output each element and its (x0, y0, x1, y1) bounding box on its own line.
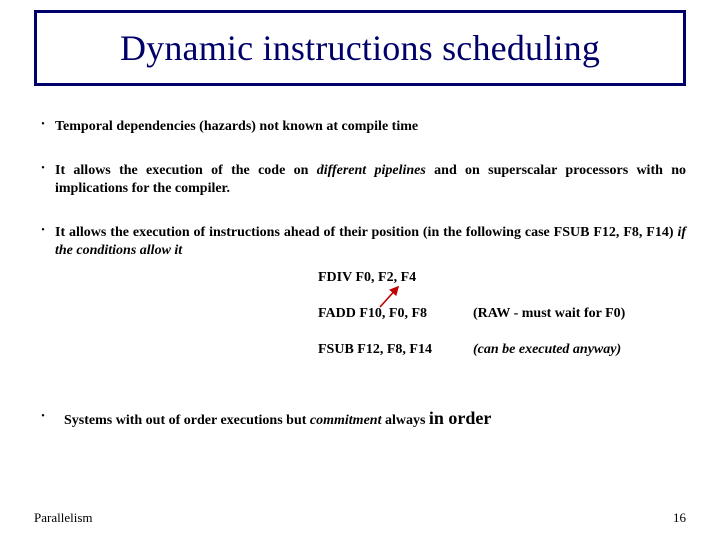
code-block: FDIV F0, F2, F4 FADD F10, F0, F8 (RAW - … (318, 270, 698, 362)
bullet-4: • Systems with out of order executions b… (38, 408, 686, 429)
code-row-2: FADD F10, F0, F8 (RAW - must wait for F0… (318, 306, 698, 326)
bullet-dot: • (38, 120, 48, 130)
bullet-4-text: Systems with out of order executions but… (64, 408, 686, 429)
bullet-1: • Temporal dependencies (hazards) not kn… (38, 118, 686, 136)
slide-title: Dynamic instructions scheduling (120, 27, 600, 69)
footer-left: Parallelism (34, 510, 93, 526)
code-instr-1: FDIV F0, F2, F4 (318, 270, 416, 285)
bullet-dot: • (38, 412, 48, 422)
bullet-2: • It allows the execution of the code on… (38, 162, 686, 198)
bullet-4-emph-2: in order (429, 408, 492, 428)
code-instr-3: FSUB F12, F8, F14 (318, 342, 432, 357)
slide: Dynamic instructions scheduling • Tempor… (0, 0, 720, 540)
code-instr-2: FADD F10, F0, F8 (318, 306, 427, 321)
bullet-3-part-a: It allows the execution of instructions … (55, 225, 677, 240)
bullet-4-part-a: Systems with out of order executions but (64, 413, 310, 428)
code-row-1: FDIV F0, F2, F4 (318, 270, 698, 290)
bullet-4-emph-1: commitment (310, 413, 382, 428)
code-note-3: (can be executed anyway) (473, 342, 621, 357)
bullet-dot: • (38, 164, 48, 174)
code-row-3: FSUB F12, F8, F14 (can be executed anywa… (318, 342, 698, 362)
bullet-1-text: Temporal dependencies (hazards) not know… (55, 118, 686, 136)
bullet-3: • It allows the execution of instruction… (38, 224, 686, 260)
code-note-2-text: (RAW - must wait for F0) (473, 306, 625, 321)
title-box: Dynamic instructions scheduling (34, 10, 686, 86)
bullet-4-part-c: always (381, 413, 428, 428)
bullet-dot: • (38, 226, 48, 236)
page-number: 16 (673, 510, 686, 526)
code-note-2: (RAW - must wait for F0) (473, 306, 625, 321)
slide-body: • Temporal dependencies (hazards) not kn… (38, 118, 686, 429)
bullet-2-part-a: It allows the execution of the code on (55, 163, 317, 178)
bullet-3-text: It allows the execution of instructions … (55, 224, 686, 260)
bullet-2-emph: different pipelines (317, 163, 426, 178)
bullet-2-text: It allows the execution of the code on d… (55, 162, 686, 198)
